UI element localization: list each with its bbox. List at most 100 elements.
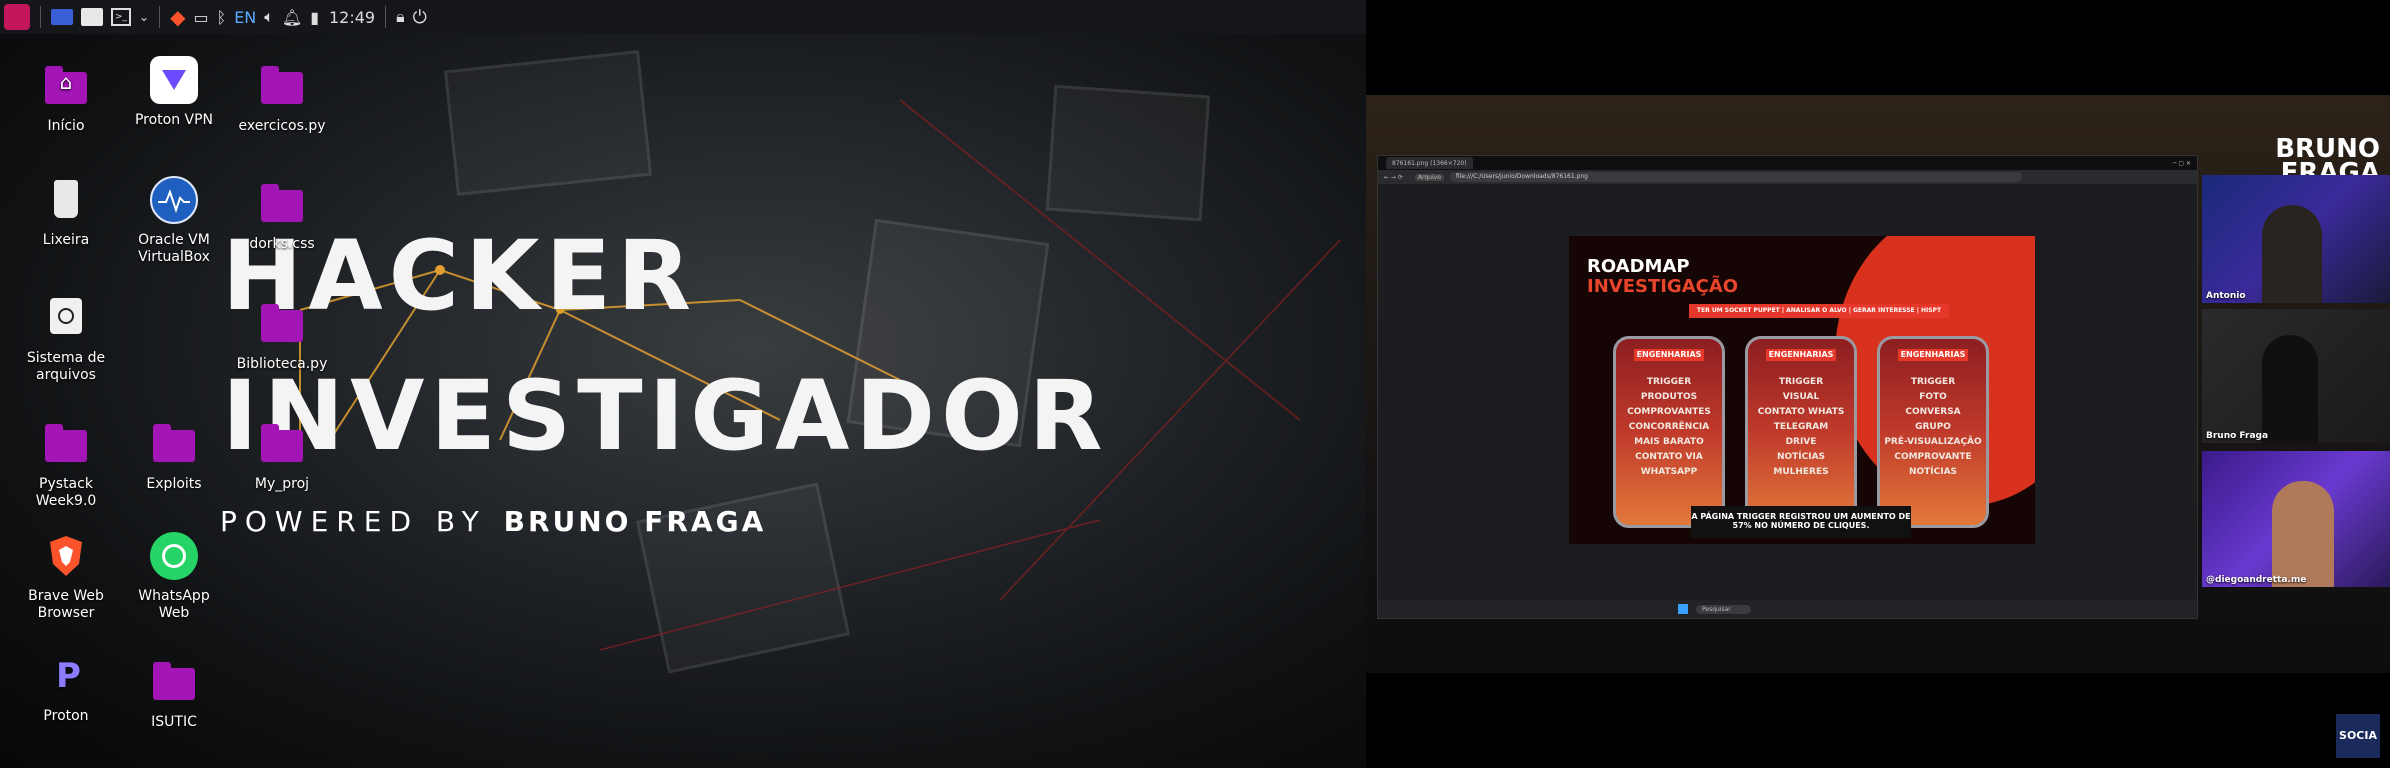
windows-start-icon[interactable] — [1678, 604, 1688, 614]
desktop-icon-exploits[interactable]: Exploits — [124, 420, 224, 493]
folder-icon — [153, 424, 195, 462]
taskbar-separator — [40, 6, 41, 28]
phone-item: TRIGGER — [1646, 377, 1692, 387]
phone-item: PRÉ-VISUALIZAÇÃO — [1884, 437, 1982, 447]
phone-item: CONTATO WHATS — [1757, 407, 1845, 417]
participant-name: Bruno Fraga — [2206, 431, 2269, 441]
desktop-icon-isutic[interactable]: ISUTIC — [124, 658, 224, 731]
url-bar[interactable]: file:///C:/Users/junio/Downloads/876161.… — [1449, 172, 2022, 182]
desktop-icon-label: ISUTIC — [151, 714, 197, 730]
battery-icon[interactable]: ▮ — [310, 0, 319, 34]
desktop-icon-inicio[interactable]: Início — [16, 62, 116, 135]
app-menu-icon[interactable] — [4, 4, 30, 30]
desktop-icon-label: Sistema de arquivos — [26, 350, 106, 383]
desktop-icon-whatsapp[interactable]: WhatsApp Web — [124, 532, 224, 622]
folder-icon — [261, 184, 303, 222]
desktop-icon-proton-vpn[interactable]: Proton VPN — [124, 56, 224, 129]
desktop-icon-brave[interactable]: Brave Web Browser — [16, 532, 116, 622]
browser-toolbar: ← → ⟳ Arquivo file:///C:/Users/junio/Dow… — [1378, 170, 2197, 184]
desktop-icon-label: Início — [47, 118, 85, 134]
desktop-icon-label: WhatsApp Web — [138, 588, 210, 621]
folder-icon — [153, 662, 195, 700]
desktop-icon-label: exercicos.py — [238, 118, 326, 134]
display-icon[interactable]: ▭ — [193, 0, 208, 34]
folder-icon — [45, 424, 87, 462]
desktop-icon-virtualbox[interactable]: Oracle VM VirtualBox — [124, 176, 224, 266]
phone-tag: ENGENHARIAS — [1898, 349, 1968, 361]
participant-tile-bruno: Bruno Fraga — [2202, 309, 2390, 443]
desktop-icon-my-proj[interactable]: My_proj — [232, 420, 332, 493]
taskbar-separator — [385, 6, 387, 28]
virtualbox-icon — [150, 176, 198, 224]
phone-item: TELEGRAM — [1773, 422, 1829, 432]
workspace-icon[interactable] — [51, 9, 73, 25]
folder-icon — [261, 424, 303, 462]
whatsapp-icon — [150, 532, 198, 580]
notification-bell-icon[interactable]: 🔔︎ — [282, 0, 302, 34]
phone-item: GRUPO — [1915, 422, 1951, 432]
brave-tray-icon[interactable]: ◆ — [170, 0, 185, 34]
phone-item: TRIGGER — [1778, 377, 1824, 387]
desktop-icon-dorks[interactable]: dorks.css — [232, 180, 332, 253]
wallpaper-tagline: POWERED BY BRUNO FRAGA — [220, 505, 766, 538]
corner-logo: SOCIA — [2336, 714, 2380, 758]
desktop-icon-biblioteca[interactable]: Biblioteca.py — [232, 300, 332, 373]
phone-card: ENGENHARIAS TRIGGER FOTO CONVERSA GRUPO … — [1877, 336, 1989, 528]
phone-item: MULHERES — [1773, 467, 1829, 477]
slide-title1: ROADMAP — [1587, 256, 1690, 277]
phone-item: FOTO — [1919, 392, 1947, 402]
desktop-icon-label: Proton VPN — [134, 112, 214, 128]
phone-card: ENGENHARIAS TRIGGER PRODUTOS COMPROVANTE… — [1613, 336, 1725, 528]
wallpaper-title-line2: INVESTIGADOR — [222, 360, 1109, 472]
desktop-icon-proton[interactable]: P Proton — [16, 652, 116, 725]
participant-tile-diego: @diegoandretta.me — [2202, 451, 2390, 587]
phone-item: DRIVE — [1785, 437, 1817, 447]
desktop-icon-pystack[interactable]: Pystack Week9.0 — [16, 420, 116, 510]
phone-item: WHATSAPP — [1640, 467, 1698, 477]
phone-item: CONCORRÊNCIA — [1628, 422, 1710, 432]
desktop-icon-label: My_proj — [254, 476, 310, 492]
chevron-down-icon[interactable]: ⌄ — [139, 0, 149, 34]
phone-item: CONTATO VIA — [1635, 452, 1703, 462]
desktop-icon-label: dorks.css — [249, 236, 315, 252]
tagline-prefix: POWERED BY — [220, 505, 487, 538]
phone-card: ENGENHARIAS TRIGGER VISUAL CONTATO WHATS… — [1745, 336, 1857, 528]
brave-icon — [42, 532, 90, 580]
taskbar: >_ ⌄ ◆ ▭ ᛒ EN 🔈︎ 🔔︎ ▮ 12:49 🔒︎ ⏻ — [0, 0, 1366, 34]
desktop-icon-exercicos[interactable]: exercicos.py — [232, 62, 332, 135]
phone-item: COMPROVANTE — [1894, 452, 1972, 462]
phone-item: NOTÍCIAS — [1908, 467, 1958, 477]
desktop-icon-label: Proton — [43, 708, 89, 724]
desktop-icon-label: Exploits — [146, 476, 202, 492]
folder-icon — [261, 304, 303, 342]
phone-item: VISUAL — [1782, 392, 1820, 402]
slide-banner: TER UM SOCKET PUPPET | ANALISAR O ALVO |… — [1689, 304, 1949, 318]
lock-icon[interactable]: 🔒︎ — [396, 0, 405, 34]
participant-tile-antonio: Antonio — [2202, 175, 2390, 303]
file-manager-icon[interactable] — [81, 8, 103, 26]
clock[interactable]: 12:49 — [329, 0, 375, 34]
volume-icon[interactable]: 🔈︎ — [264, 0, 274, 34]
desktop-icon-sistema-de-arquivos[interactable]: Sistema de arquivos — [16, 294, 116, 384]
nav-arrows-icon[interactable]: ← → ⟳ — [1384, 174, 1403, 181]
stream-window: BRUNO FRAGA 876161.png (1366×720) ─ ▢ ✕ … — [1366, 0, 2390, 768]
participant-name: @diegoandretta.me — [2206, 575, 2307, 585]
windows-search-box[interactable]: Pesquisar — [1696, 604, 1751, 614]
desktop: HACKER INVESTIGADOR POWERED BY BRUNO FRA… — [0, 0, 1366, 768]
browser-tab[interactable]: 876161.png (1366×720) — [1386, 157, 1473, 169]
desktop-icon-label: Pystack Week9.0 — [35, 476, 97, 509]
terminal-icon[interactable]: >_ — [111, 8, 131, 26]
window-controls-icon[interactable]: ─ ▢ ✕ — [2173, 160, 2191, 167]
slide-footer-line2: 57% NO NÚMERO DE CLIQUES. — [1732, 521, 1870, 530]
phone-tag: ENGENHARIAS — [1634, 349, 1704, 361]
phone-item: COMPROVANTES — [1627, 407, 1711, 417]
logout-icon[interactable]: ⏻ — [413, 0, 427, 34]
bluetooth-icon[interactable]: ᛒ — [217, 0, 227, 34]
tagline-name: BRUNO FRAGA — [503, 505, 767, 538]
stream-frame: BRUNO FRAGA 876161.png (1366×720) ─ ▢ ✕ … — [1366, 95, 2390, 673]
phone-item: PRODUTOS — [1640, 392, 1698, 402]
keyboard-layout-indicator[interactable]: EN — [234, 0, 256, 34]
url-badge: Arquivo — [1414, 173, 1444, 181]
participant-name: Antonio — [2206, 291, 2246, 301]
desktop-icon-lixeira[interactable]: Lixeira — [16, 176, 116, 249]
